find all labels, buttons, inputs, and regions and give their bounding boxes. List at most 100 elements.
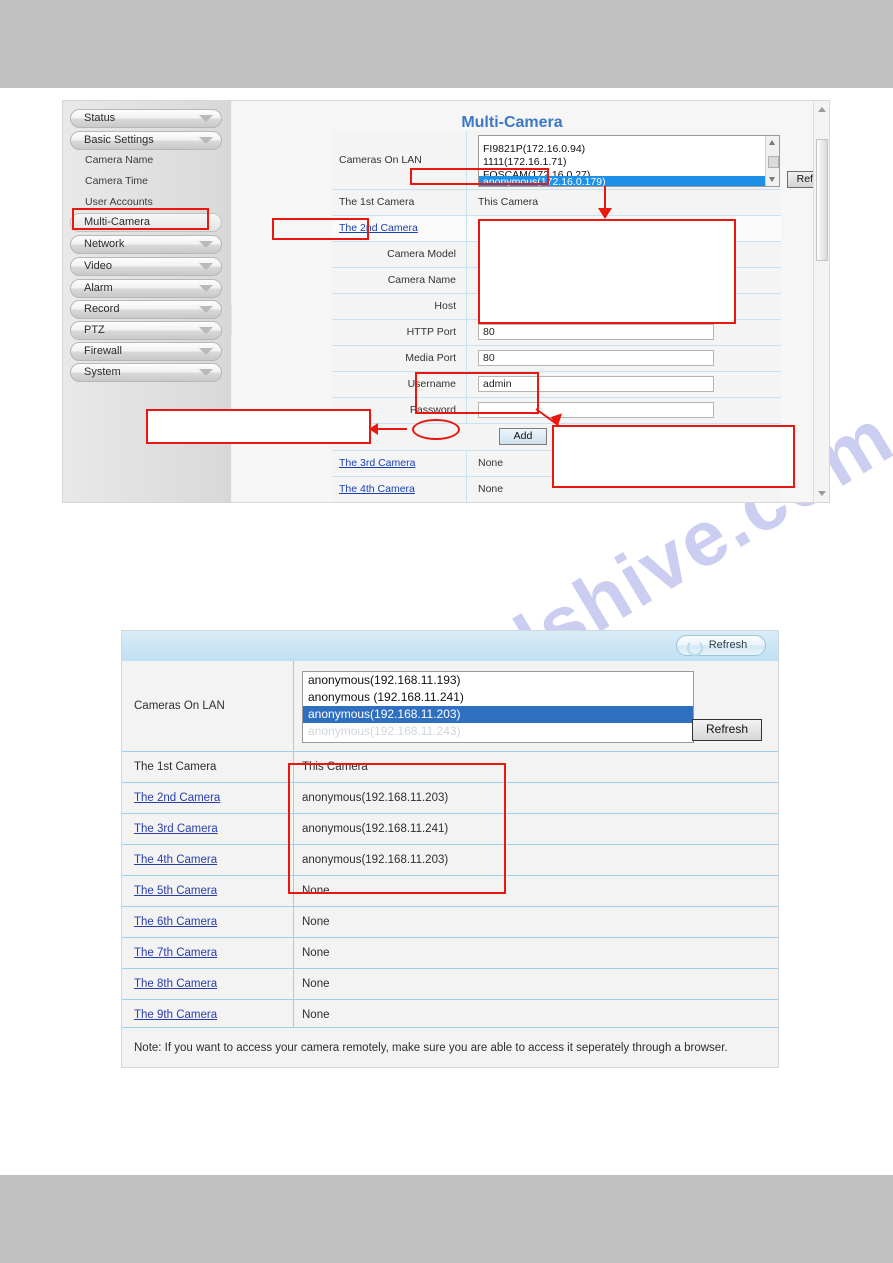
table-row-6th-camera: The 6th Camera None: [122, 907, 778, 938]
chevron-down-icon: [199, 306, 213, 313]
sidebar-item-firewall[interactable]: Firewall: [70, 342, 222, 361]
row-label: The 3rd Camera: [122, 814, 294, 844]
list-item[interactable]: anonymous(192.168.11.193): [303, 672, 693, 689]
sidebar-item-label: PTZ: [84, 324, 105, 336]
row-label: The 1st Camera: [122, 752, 294, 782]
link-2nd-camera[interactable]: The 2nd Camera: [134, 792, 220, 804]
scroll-down-icon[interactable]: [818, 491, 826, 496]
annotation-callout-empty-right: [552, 425, 795, 488]
http-port-input[interactable]: 80: [478, 324, 714, 340]
link-5th-camera[interactable]: The 5th Camera: [134, 885, 217, 897]
row-label: The 4th Camera: [332, 477, 467, 502]
sidebar-subitem-camera-time[interactable]: Camera Time: [85, 175, 148, 187]
row-label: The 7th Camera: [122, 938, 294, 968]
list-item-selected[interactable]: anonymous(192.168.11.203): [303, 706, 693, 723]
chevron-down-icon: [199, 285, 213, 292]
sidebar-item-label: Basic Settings: [84, 134, 154, 146]
scrollbar-thumb[interactable]: [768, 156, 779, 168]
sidebar-item-record[interactable]: Record: [70, 300, 222, 319]
link-3rd-camera[interactable]: The 3rd Camera: [134, 823, 218, 835]
row-label: The 1st Camera: [332, 190, 467, 215]
link-4th-camera[interactable]: The 4th Camera: [339, 483, 415, 495]
row-value: None: [302, 1009, 330, 1021]
list-item[interactable]: anonymous(192.168.11.243): [303, 723, 693, 740]
row-value: None: [478, 483, 504, 495]
annotation-box-username-password: [415, 372, 539, 414]
chevron-down-icon: [199, 348, 213, 355]
sidebar-item-label: Record: [84, 303, 120, 315]
row-label: The 5th Camera: [122, 876, 294, 906]
scrollbar-thumb[interactable]: [816, 139, 828, 261]
sidebar-item-ptz[interactable]: PTZ: [70, 321, 222, 340]
row-label: The 4th Camera: [122, 845, 294, 875]
page-scrollbar[interactable]: [813, 101, 829, 502]
row-value: This Camera: [478, 196, 539, 208]
row-value: None: [478, 457, 504, 469]
refresh-icon: [687, 640, 703, 656]
list-item[interactable]: FI9821P(172.16.0.94): [479, 143, 779, 156]
annotation-box-camera-values: [288, 763, 506, 894]
sidebar-item-status[interactable]: Status: [70, 109, 222, 128]
annotation-arrow-shaft: [375, 428, 407, 430]
chevron-down-icon: [199, 327, 213, 334]
table-row-8th-camera: The 8th Camera None: [122, 969, 778, 1000]
annotation-arrow-head: [369, 423, 378, 435]
table-row-cameras-on-lan: Cameras On LAN FI9821P(172.16.0.94) 1111…: [332, 131, 829, 190]
table-row-username: Username admin: [332, 372, 781, 398]
refresh-button-listbox[interactable]: Refresh: [692, 719, 762, 741]
list-item[interactable]: anonymous (192.168.11.241): [303, 689, 693, 706]
annotation-arrow-head: [598, 208, 612, 219]
annotation-callout-empty-left: [146, 409, 371, 444]
cameras-on-lan-label: Cameras On LAN: [122, 661, 294, 751]
sidebar-item-label: Network: [84, 238, 125, 250]
row-value: None: [302, 947, 330, 959]
sidebar-item-network[interactable]: Network: [70, 235, 222, 254]
row-label: The 8th Camera: [122, 969, 294, 999]
table-row-1st-camera: The 1st Camera This Camera: [332, 190, 781, 216]
sidebar-item-video[interactable]: Video: [70, 257, 222, 276]
scroll-up-icon[interactable]: [818, 107, 826, 112]
annotation-ellipse-add-button: [412, 419, 460, 440]
field-label: Camera Model: [332, 242, 467, 267]
cameras-on-lan-listbox[interactable]: anonymous(192.168.11.193) anonymous (192…: [302, 671, 694, 743]
media-port-input[interactable]: 80: [478, 350, 714, 366]
link-6th-camera[interactable]: The 6th Camera: [134, 916, 217, 928]
row-value: None: [302, 978, 330, 990]
sidebar-item-label: Alarm: [84, 282, 113, 294]
listbox-scrollbar[interactable]: [765, 136, 779, 186]
annotation-box-multi-camera: [72, 208, 209, 230]
row-value: None: [302, 916, 330, 928]
table-row-cameras-on-lan: Cameras On LAN anonymous(192.168.11.193)…: [122, 661, 778, 752]
bottom-gray-band: [0, 1175, 893, 1263]
page-title: Multi-Camera: [461, 114, 563, 131]
chevron-down-icon: [199, 137, 213, 144]
sidebar-subitem-camera-name[interactable]: Camera Name: [85, 154, 153, 166]
sidebar-item-basic-settings[interactable]: Basic Settings: [70, 131, 222, 150]
link-7th-camera[interactable]: The 7th Camera: [134, 947, 217, 959]
sidebar-subitem-user-accounts[interactable]: User Accounts: [85, 196, 153, 208]
sidebar-item-alarm[interactable]: Alarm: [70, 279, 222, 298]
chevron-down-icon: [199, 369, 213, 376]
refresh-button-top[interactable]: Refresh: [676, 635, 766, 656]
sidebar-item-system[interactable]: System: [70, 363, 222, 382]
field-label: Camera Name: [332, 268, 467, 293]
sidebar-item-label: Status: [84, 112, 116, 124]
link-8th-camera[interactable]: The 8th Camera: [134, 978, 217, 990]
sidebar-item-label: System: [84, 366, 121, 378]
annotation-box-selected-lan-item: [410, 168, 549, 185]
link-9th-camera[interactable]: The 9th Camera: [134, 1009, 217, 1021]
scroll-down-icon[interactable]: [769, 177, 775, 182]
chevron-down-icon: [199, 263, 213, 270]
table-row-media-port: Media Port 80: [332, 346, 781, 372]
refresh-button-label: Refresh: [708, 639, 748, 651]
row-label: The 9th Camera: [122, 1000, 294, 1030]
add-button[interactable]: Add: [499, 428, 547, 445]
row-label: The 2nd Camera: [122, 783, 294, 813]
field-label: Media Port: [332, 346, 467, 371]
scroll-up-icon[interactable]: [769, 140, 775, 145]
list-item[interactable]: [479, 136, 779, 143]
sidebar-item-label: Firewall: [84, 345, 122, 357]
link-4th-camera[interactable]: The 4th Camera: [134, 854, 217, 866]
link-3rd-camera[interactable]: The 3rd Camera: [339, 457, 415, 469]
sidebar-item-label: Video: [84, 260, 112, 272]
